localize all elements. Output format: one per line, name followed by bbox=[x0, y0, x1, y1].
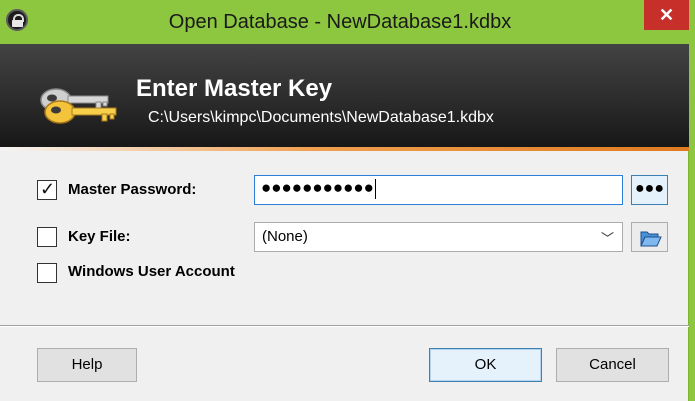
show-password-button[interactable]: ●●● bbox=[631, 175, 668, 205]
windows-user-account-label: Windows User Account bbox=[68, 263, 235, 280]
text-caret bbox=[374, 178, 376, 199]
key-file-checkbox[interactable] bbox=[37, 227, 57, 247]
browse-key-file-button[interactable] bbox=[631, 222, 668, 252]
folder-open-icon bbox=[640, 231, 662, 247]
help-button[interactable]: Help bbox=[37, 348, 137, 382]
title-bar[interactable]: Open Database - NewDatabase1.kdbx ✕ bbox=[0, 0, 689, 44]
separator-highlight bbox=[0, 326, 689, 327]
ok-button[interactable]: OK bbox=[429, 348, 542, 382]
master-password-input[interactable]: ●●●●●●●●●●● bbox=[254, 175, 623, 205]
master-password-label: Master Password: bbox=[68, 181, 197, 198]
checkmark-icon: ✓ bbox=[40, 179, 56, 199]
windows-user-account-checkbox[interactable] bbox=[37, 263, 57, 283]
close-button[interactable]: ✕ bbox=[644, 0, 689, 30]
chevron-down-icon: ﹀ bbox=[600, 231, 614, 246]
banner-title: Enter Master Key bbox=[136, 75, 333, 102]
key-file-label: Key File: bbox=[68, 228, 131, 245]
master-password-checkbox[interactable]: ✓ bbox=[37, 179, 57, 200]
password-dots: ●●●●●●●●●●● bbox=[261, 178, 374, 197]
window-title: Open Database - NewDatabase1.kdbx bbox=[168, 11, 512, 33]
cancel-button[interactable]: Cancel bbox=[556, 348, 669, 382]
database-path: C:\Users\kimpc\Documents\NewDatabase1.kd… bbox=[148, 109, 494, 126]
open-database-dialog: Open Database - NewDatabase1.kdbx ✕ Ente… bbox=[0, 0, 689, 401]
key-file-selected: (None) bbox=[262, 228, 308, 245]
key-file-select[interactable]: (None) ﹀ bbox=[254, 222, 623, 252]
key-icon bbox=[40, 88, 117, 124]
banner-accent-line bbox=[0, 147, 689, 151]
